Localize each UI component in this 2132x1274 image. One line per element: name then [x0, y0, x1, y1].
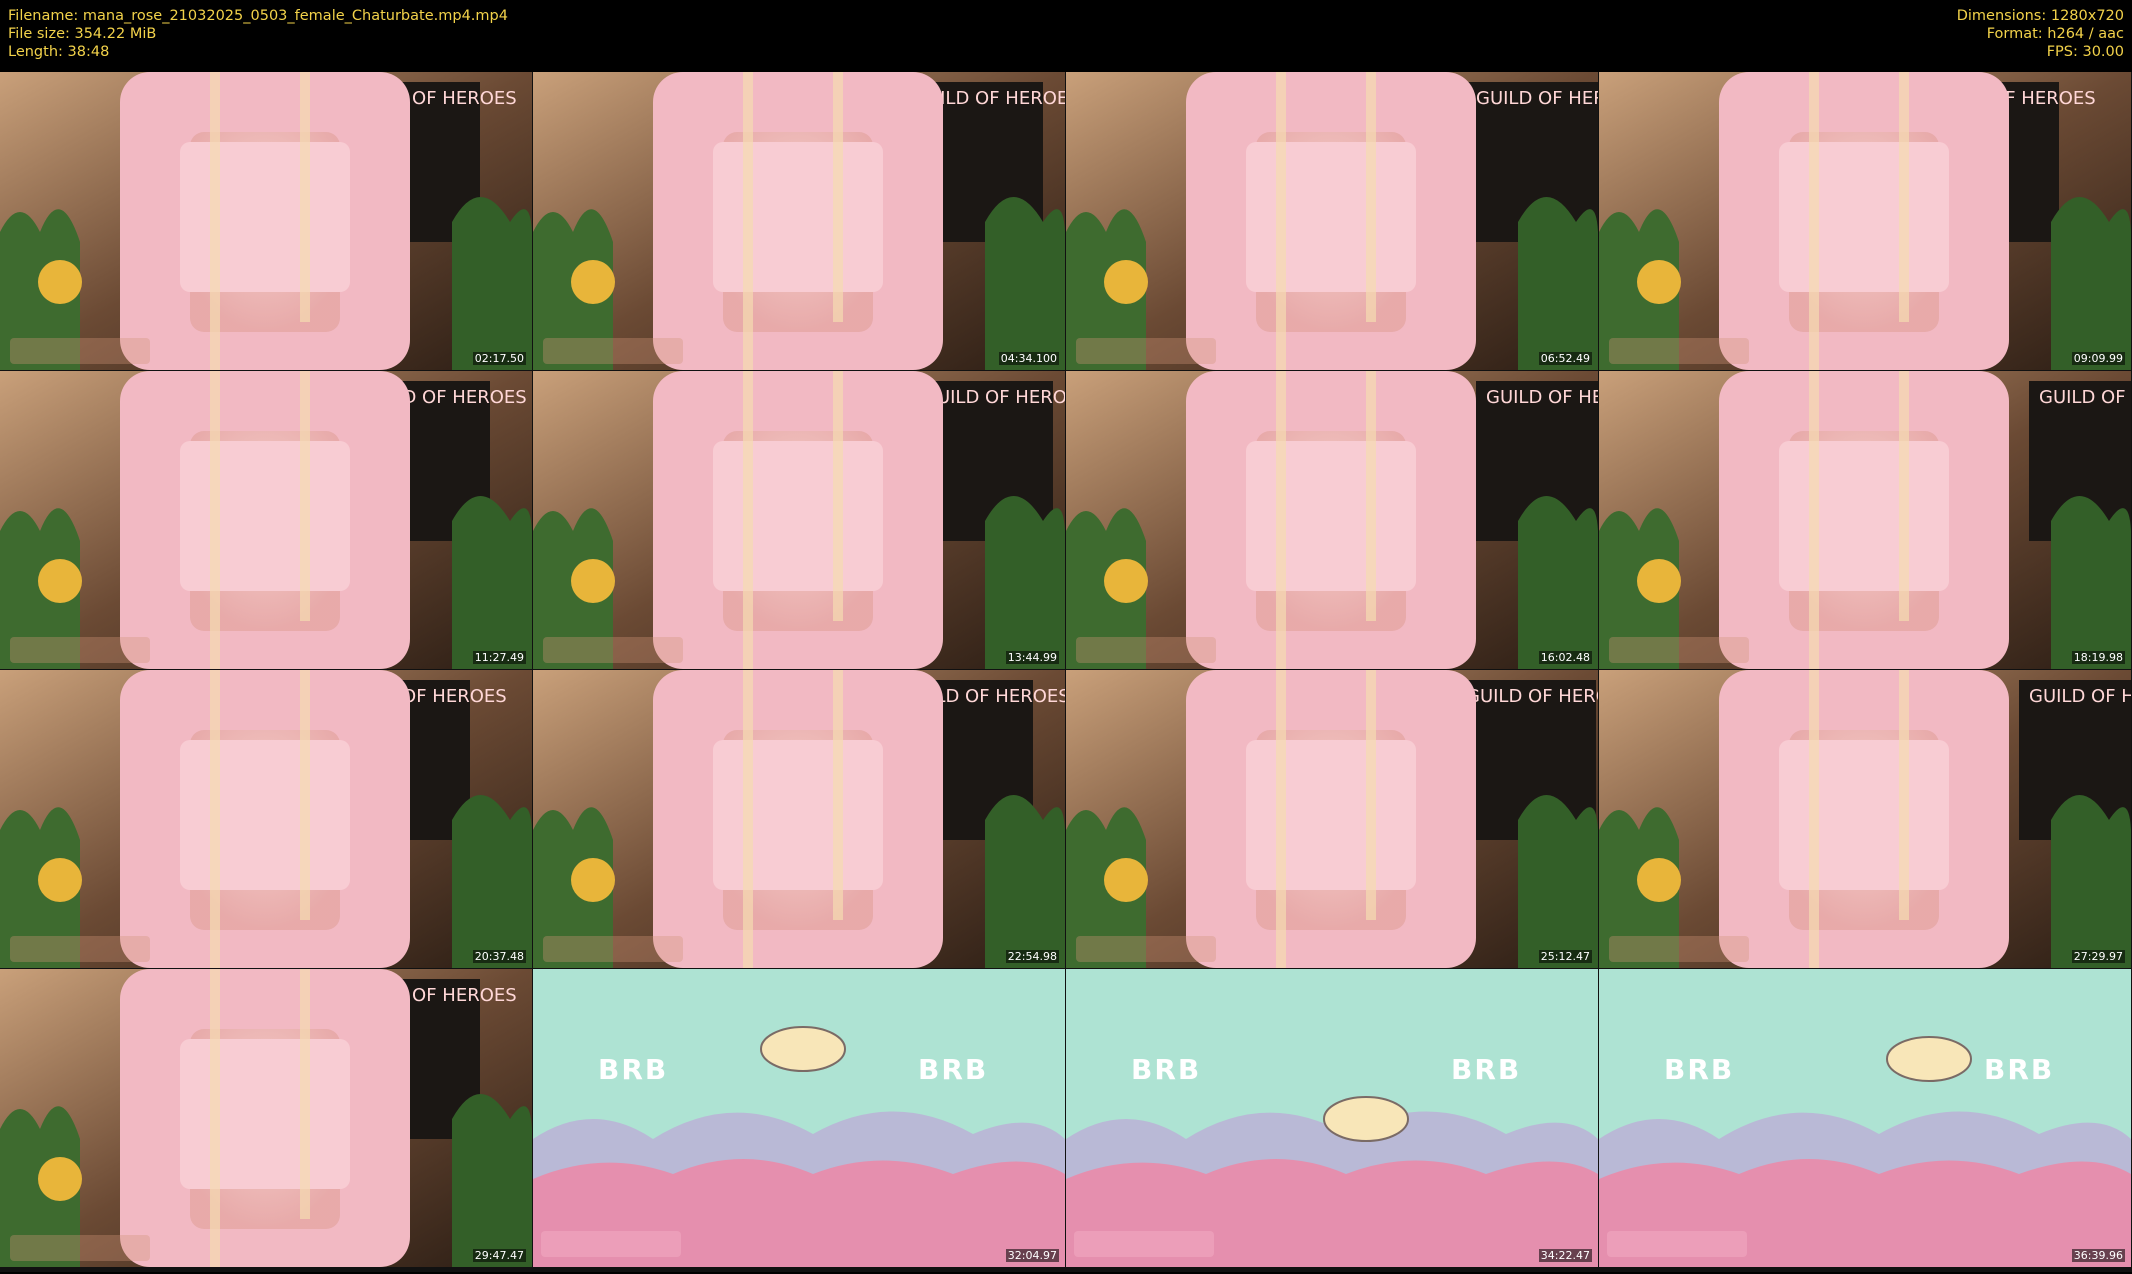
thumbnail-tile: GUILD OF HEROES 25:12.47	[1066, 670, 1598, 968]
length-label: Length: 38:48	[8, 44, 110, 60]
timestamp-label: 29:47.47	[472, 1249, 526, 1262]
watermark-overlay	[543, 936, 683, 962]
timestamp-label: 36:39.96	[2071, 1249, 2125, 1262]
watermark-overlay	[1076, 637, 1216, 663]
chalkboard-title: GUILD OF HEROES	[1466, 686, 1598, 707]
stream-frame-image: GUILD OF HEROES	[1599, 72, 2131, 370]
brb-screen-image: BRB BRB	[1066, 969, 1598, 1267]
brb-screen-image: BRB BRB	[1599, 969, 2131, 1267]
watermark-overlay	[10, 637, 150, 663]
thumbnail-tile: GUILD OF HEROES 29:47.47	[0, 969, 532, 1267]
watermark-overlay	[543, 338, 683, 364]
thumbnail-grid: GUILD OF HEROES 02:17.50 GUILD OF HEROES	[0, 72, 2132, 1272]
thumbnail-tile: BRB BRB 32:04.97	[533, 969, 1065, 1267]
thumbnail-tile: GUILD OF HEROES 16:02.48	[1066, 371, 1598, 669]
timestamp-label: 18:19.98	[2071, 651, 2125, 664]
timestamp-label: 27:29.97	[2071, 950, 2125, 963]
brb-screen-image: BRB BRB	[533, 969, 1065, 1267]
chalkboard-title: GUILD OF HEROES	[2039, 387, 2131, 408]
thumbnail-tile: GUILD OF HEROES 11:27.49	[0, 371, 532, 669]
chalkboard-title: GUILD OF HEROES	[1486, 387, 1598, 408]
filename-label: Filename: mana_rose_21032025_0503_female…	[8, 8, 508, 24]
watermark-overlay	[10, 338, 150, 364]
chalkboard-title: GUILD OF HEROES	[2029, 686, 2131, 707]
timestamp-label: 06:52.49	[1538, 352, 1592, 365]
timestamp-label: 13:44.99	[1005, 651, 1059, 664]
thumbnail-tile: BRB BRB 36:39.96	[1599, 969, 2131, 1267]
media-info: Dimensions: 1280x720 Format: h264 / aac …	[1957, 7, 2124, 61]
watermark-overlay	[1076, 338, 1216, 364]
stream-frame-image: GUILD OF HEROES	[0, 969, 532, 1267]
stream-frame-image: GUILD OF HEROES	[1599, 371, 2131, 669]
watermark-overlay	[1076, 936, 1216, 962]
chalkboard-title: GUILD OF HEROES	[923, 387, 1065, 408]
timestamp-label: 32:04.97	[1005, 1249, 1059, 1262]
thumbnail-tile: GUILD OF HEROES 09:09.99	[1599, 72, 2131, 370]
stream-frame-image: GUILD OF HEROES	[533, 670, 1065, 968]
thumbnail-tile: GUILD OF HEROES 02:17.50	[0, 72, 532, 370]
chalkboard-title: GUILD OF HEROES	[1476, 88, 1598, 109]
thumbnail-tile: GUILD OF HEROES 06:52.49	[1066, 72, 1598, 370]
dimensions-label: Dimensions: 1280x720	[1956, 8, 2124, 24]
thumbnail-tile: BRB BRB 34:22.47	[1066, 969, 1598, 1267]
brb-text-left: BRB	[1131, 1053, 1201, 1086]
thumbnail-tile: GUILD OF HEROES 04:34.100	[533, 72, 1065, 370]
timestamp-label: 11:27.49	[472, 651, 526, 664]
stream-frame-image: GUILD OF HEROES	[1066, 371, 1598, 669]
sleeping-cat-icon	[760, 1026, 846, 1072]
timestamp-label: 02:17.50	[472, 352, 526, 365]
file-info: Filename: mana_rose_21032025_0503_female…	[8, 7, 508, 61]
brb-text-left: BRB	[1664, 1053, 1734, 1086]
stream-frame-image: GUILD OF HEROES	[1599, 670, 2131, 968]
timestamp-label: 20:37.48	[472, 950, 526, 963]
brb-text-left: BRB	[598, 1053, 668, 1086]
sleeping-cat-icon	[1323, 1096, 1409, 1142]
file-size-label: File size: 354.22 MiB	[8, 26, 157, 42]
brb-text-right: BRB	[1984, 1053, 2054, 1086]
stream-frame-image: GUILD OF HEROES	[1066, 670, 1598, 968]
timestamp-label: 09:09.99	[2071, 352, 2125, 365]
fps-label: FPS: 30.00	[2046, 44, 2124, 60]
sleeping-cat-icon	[1886, 1036, 1972, 1082]
stream-frame-image: GUILD OF HEROES	[1066, 72, 1598, 370]
stream-frame-image: GUILD OF HEROES	[0, 670, 532, 968]
brb-text-right: BRB	[1451, 1053, 1521, 1086]
stream-frame-image: GUILD OF HEROES	[0, 371, 532, 669]
thumbnail-tile: GUILD OF HEROES 18:19.98	[1599, 371, 2131, 669]
watermark-overlay	[1609, 338, 1749, 364]
thumbnail-tile: GUILD OF HEROES 27:29.97	[1599, 670, 2131, 968]
stream-frame-image: GUILD OF HEROES	[533, 371, 1065, 669]
watermark-overlay	[10, 1235, 150, 1261]
timestamp-label: 04:34.100	[998, 352, 1059, 365]
watermark-overlay	[543, 637, 683, 663]
format-label: Format: h264 / aac	[1986, 26, 2124, 42]
timestamp-label: 25:12.47	[1538, 950, 1592, 963]
stream-frame-image: GUILD OF HEROES	[0, 72, 532, 370]
watermark-overlay	[10, 936, 150, 962]
brb-text-right: BRB	[918, 1053, 988, 1086]
watermark-overlay	[1609, 637, 1749, 663]
thumbnail-tile: GUILD OF HEROES 13:44.99	[533, 371, 1065, 669]
timestamp-label: 34:22.47	[1538, 1249, 1592, 1262]
info-header: Filename: mana_rose_21032025_0503_female…	[0, 0, 2132, 72]
stream-frame-image: GUILD OF HEROES	[533, 72, 1065, 370]
thumbnail-tile: GUILD OF HEROES 22:54.98	[533, 670, 1065, 968]
timestamp-label: 22:54.98	[1005, 950, 1059, 963]
watermark-overlay	[1609, 936, 1749, 962]
thumbnail-tile: GUILD OF HEROES 20:37.48	[0, 670, 532, 968]
timestamp-label: 16:02.48	[1538, 651, 1592, 664]
